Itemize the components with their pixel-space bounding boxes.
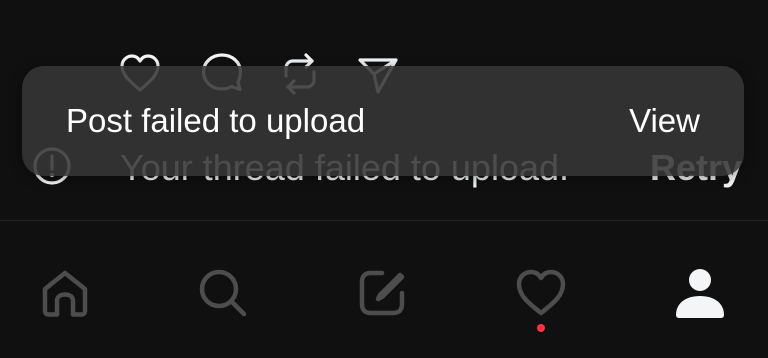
threads-screen: Your thread failed to upload. Retry Post… — [0, 0, 768, 358]
home-icon — [37, 265, 93, 321]
nav-search[interactable] — [193, 263, 253, 323]
activity-notification-dot — [537, 324, 545, 332]
bottom-nav — [0, 221, 768, 358]
nav-compose[interactable] — [352, 263, 412, 323]
toast-message: Post failed to upload — [66, 102, 366, 139]
toast-view-button[interactable]: View — [629, 102, 700, 140]
nav-profile[interactable] — [670, 263, 730, 323]
heart-icon — [513, 265, 569, 321]
nav-activity[interactable] — [511, 263, 571, 323]
nav-home[interactable] — [35, 263, 95, 323]
compose-icon — [354, 265, 410, 321]
profile-icon — [672, 265, 728, 321]
upload-failed-toast: Post failed to upload View — [22, 66, 744, 176]
search-icon — [195, 265, 251, 321]
